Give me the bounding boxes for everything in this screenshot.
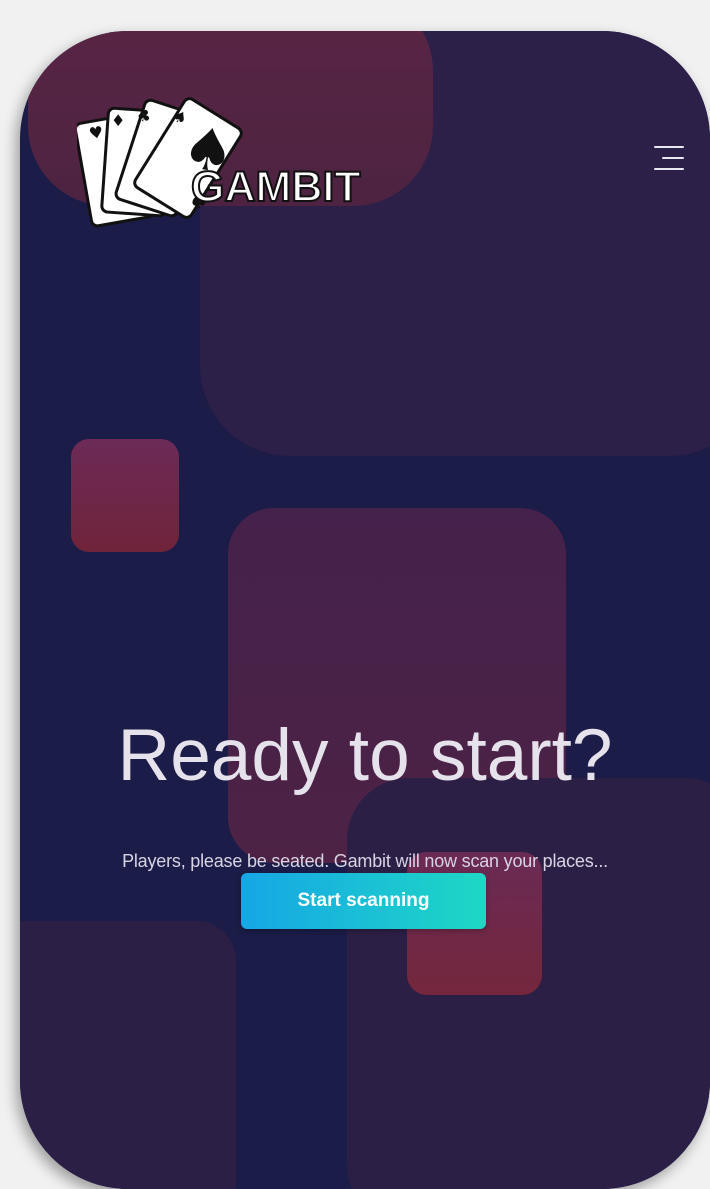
page: ♥ ♦ ♣ ♠ ♠ ♠ GAMBIT Ready to start? Playe… (0, 0, 710, 1189)
start-scanning-button[interactable]: Start scanning (241, 873, 486, 929)
menu-line (654, 146, 684, 148)
brand-name: GAMBIT (190, 163, 362, 211)
phone-screen: ♥ ♦ ♣ ♠ ♠ ♠ GAMBIT Ready to start? Playe… (20, 31, 710, 1189)
page-subtitle: Players, please be seated. Gambit will n… (122, 851, 608, 871)
bg-shape (71, 439, 179, 552)
page-title: Ready to start? (117, 715, 613, 796)
hamburger-menu-icon[interactable] (648, 143, 684, 175)
bg-shape (20, 921, 236, 1189)
menu-line (654, 168, 684, 170)
brand-logo[interactable]: ♥ ♦ ♣ ♠ ♠ ♠ GAMBIT (77, 88, 377, 228)
svg-text:♦: ♦ (111, 111, 125, 130)
menu-line (662, 157, 684, 159)
